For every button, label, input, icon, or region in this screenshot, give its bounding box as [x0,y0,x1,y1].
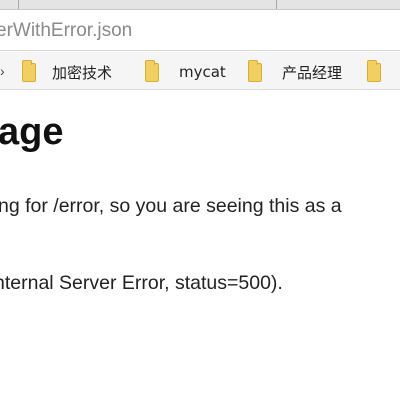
bookmark-folder[interactable] [367,59,381,83]
folder-icon [145,59,159,82]
tab-divider [18,0,19,9]
folder-icon [22,59,36,82]
bookmark-folder[interactable]: 产品经理 [248,59,343,83]
error-details: nternal Server Error, status=500). [0,272,283,294]
page-title: age [0,111,64,153]
error-message: ng for /error, so you are seeing this as… [0,195,342,217]
tab-strip [0,0,400,10]
bookmark-folder[interactable]: mycat [145,59,226,83]
bookmark-label: mycat [179,63,226,81]
url-field[interactable] [0,11,400,51]
bookmarks-bar: › 加密技术 mycat 产品经理 [0,52,400,90]
bookmark-folder[interactable]: 加密技术 [22,59,113,83]
tab-divider [276,0,277,9]
bookmark-label: 加密技术 [52,63,113,82]
address-bar [0,11,400,51]
page-content: age ng for /error, so you are seeing thi… [0,91,400,400]
bookmark-arrow-icon: › [0,63,5,79]
folder-icon [248,59,262,82]
bookmark-label: 产品经理 [282,63,343,82]
folder-icon [367,59,381,82]
